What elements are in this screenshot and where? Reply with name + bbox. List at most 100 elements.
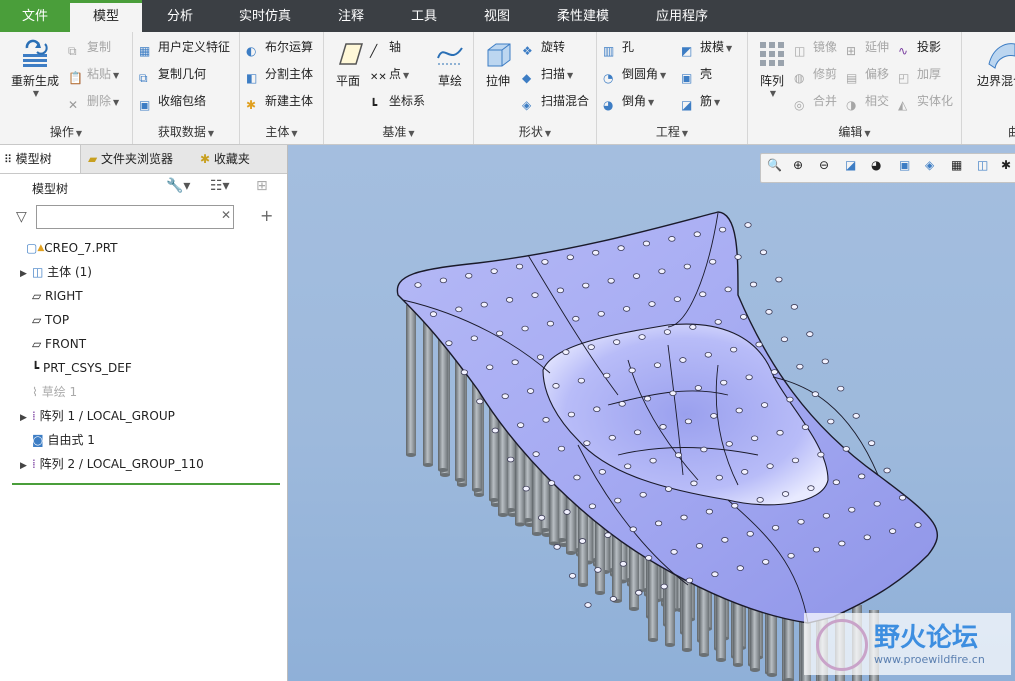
tab-applications[interactable]: 应用程序 <box>630 0 734 32</box>
rib-button[interactable]: ◪ 筋 ▼ <box>681 90 720 112</box>
dimple <box>634 429 642 436</box>
project-button[interactable]: ∿ 投影 <box>898 36 941 58</box>
hole-button[interactable]: ▥ 孔 <box>603 36 634 58</box>
clear-search-icon[interactable]: ✕ <box>221 208 231 222</box>
graphics-viewport[interactable]: 🔍 ⊕ ⊖ ◪ ◕ ▣ ◈ ▦ ◫ ✱ 野火论坛 www.proewildfir… <box>288 145 1015 681</box>
dimple <box>746 531 754 537</box>
group-label[interactable]: 基准 ▼ <box>324 123 473 140</box>
tab-annotate[interactable]: 注释 <box>312 0 390 32</box>
thicken-button[interactable]: ◰ 加厚 <box>898 63 941 85</box>
draft-button[interactable]: ◩ 拔模 ▼ <box>681 36 732 58</box>
mirror-button[interactable]: ◫ 镜像 <box>794 36 837 58</box>
solidify-button[interactable]: ◭ 实体化 <box>898 90 953 112</box>
copy-button[interactable]: ⧉ 复制 <box>68 36 111 58</box>
revolve-icon: ❖ <box>522 43 533 58</box>
new-body-button[interactable]: ✱ 新建主体 <box>246 90 313 112</box>
extrude-button[interactable]: 拉伸 <box>478 38 518 89</box>
sweep-button[interactable]: ◆ 扫描 ▼ <box>522 63 573 85</box>
shrinkwrap-button[interactable]: ▣ 收缩包络 <box>139 90 206 112</box>
tree-item-part[interactable]: ▢▲CREO_7.PRT <box>14 237 118 259</box>
tree-item-csys[interactable]: ┗ PRT_CSYS_DEF <box>32 357 132 379</box>
tab-analysis[interactable]: 分析 <box>142 0 218 32</box>
axis-button[interactable]: ╱ 轴 <box>370 36 401 58</box>
dimple <box>832 479 840 486</box>
dimple <box>848 506 856 513</box>
merge-button[interactable]: ◎ 合并 <box>794 90 837 112</box>
sketch-button[interactable]: 草绘 <box>430 38 470 89</box>
tree-item-front[interactable]: ▱ FRONT <box>32 333 86 355</box>
regenerate-button[interactable]: 重新生成 ▼ <box>6 38 64 98</box>
dimple <box>635 589 643 596</box>
dimple <box>577 377 585 384</box>
group-label[interactable]: 操作 ▼ <box>0 123 132 140</box>
tab-simulation[interactable]: 实时仿真 <box>218 0 312 32</box>
tab-model[interactable]: 模型 <box>70 0 142 32</box>
split-body-button[interactable]: ◧ 分割主体 <box>246 63 313 85</box>
menu-bar: 文件 模型 分析 实时仿真 注释 工具 视图 柔性建模 应用程序 <box>0 0 1015 32</box>
csys-button[interactable]: ┗ 坐标系 <box>370 90 425 112</box>
expand-arrow-icon[interactable]: ▶ <box>20 407 32 429</box>
tab-favorites[interactable]: ✱ 收藏夹 <box>196 145 280 173</box>
boolean-button[interactable]: ◐ 布尔运算 <box>246 36 313 58</box>
dimple <box>649 457 657 464</box>
dimple <box>490 268 498 274</box>
swept-blend-button[interactable]: ◈ 扫描混合 <box>522 90 589 112</box>
extend-button[interactable]: ⊞ 延伸 <box>846 36 889 58</box>
tree-settings-icon[interactable]: 🔧▾ <box>166 178 190 194</box>
group-label[interactable]: 工程 ▼ <box>597 123 747 140</box>
tab-view[interactable]: 视图 <box>458 0 536 32</box>
plane-button[interactable]: 平面 <box>328 38 368 89</box>
dimple <box>759 249 768 256</box>
tab-flexible[interactable]: 柔性建模 <box>536 0 630 32</box>
tree-item-right[interactable]: ▱ RIGHT <box>32 285 83 307</box>
draft-icon: ◩ <box>681 43 693 58</box>
dimple <box>563 509 571 515</box>
search-input[interactable] <box>36 205 234 229</box>
boundary-blend-button[interactable]: 边界混合 <box>966 38 1015 89</box>
round-button[interactable]: ◔ 倒圆角 ▼ <box>603 63 666 85</box>
dimple <box>491 427 499 434</box>
dimple <box>567 411 576 418</box>
tab-tools[interactable]: 工具 <box>390 0 458 32</box>
expand-arrow-icon[interactable]: ▶ <box>20 263 32 285</box>
point-button[interactable]: ✕✕ 点 ▼ <box>370 63 409 85</box>
group-label[interactable]: 获取数据 ▼ <box>133 123 239 140</box>
revolve-button[interactable]: ❖ 旋转 <box>522 36 565 58</box>
model-render[interactable] <box>288 145 1015 681</box>
group-label[interactable]: 主体 ▼ <box>240 123 323 140</box>
tree-item-pattern-1[interactable]: ▶ ⁞ 阵列 1 / LOCAL_GROUP <box>20 405 175 427</box>
pattern-button[interactable]: 阵列 ▼ <box>752 38 792 98</box>
trim-button[interactable]: ◍ 修剪 <box>794 63 837 85</box>
model-tree-icon: ⠿ <box>4 153 16 166</box>
chamfer-button[interactable]: ◕ 倒角 ▼ <box>603 90 654 112</box>
dimple <box>583 440 591 446</box>
group-label[interactable]: 曲 <box>1008 123 1015 140</box>
copy-geometry-button[interactable]: ⧉ 复制几何 <box>139 63 206 85</box>
tab-file[interactable]: 文件 <box>0 0 70 32</box>
tree-columns-icon[interactable]: ☷▾ <box>210 178 230 194</box>
tree-filter-disabled-icon[interactable]: ⊞ <box>256 178 268 194</box>
tree-item-body[interactable]: ▶ ◫ 主体 (1) <box>20 261 92 283</box>
tree-item-freestyle[interactable]: ◙ 自由式 1 <box>32 429 95 451</box>
shell-button[interactable]: ▣ 壳 <box>681 63 712 85</box>
delete-button[interactable]: ✕ 删除 ▼ <box>68 90 119 112</box>
udf-button[interactable]: ▦ 用户定义特征 <box>139 36 230 58</box>
dimple <box>670 549 678 555</box>
tab-model-tree[interactable]: ⠿ 模型树 <box>0 145 81 173</box>
intersect-button[interactable]: ◑ 相交 <box>846 90 889 112</box>
tree-item-sketch[interactable]: ⌇ 草绘 1 <box>32 381 77 403</box>
project-icon: ∿ <box>898 43 909 58</box>
group-label[interactable]: 形状 ▼ <box>474 123 596 140</box>
offset-button[interactable]: ▤ 偏移 <box>846 63 889 85</box>
tree-item-top[interactable]: ▱ TOP <box>32 309 69 331</box>
tab-folder-browser[interactable]: ▰ 文件夹浏览器 <box>84 145 196 173</box>
dimple <box>852 413 860 419</box>
paste-button[interactable]: 📋 粘贴 ▼ <box>68 63 119 85</box>
freestyle-icon: ◙ <box>32 433 48 447</box>
add-filter-icon[interactable]: + <box>260 206 273 225</box>
dimple <box>547 480 556 486</box>
tree-item-pattern-2[interactable]: ▶ ⁞ 阵列 2 / LOCAL_GROUP_110 <box>20 453 204 475</box>
insert-here-indicator[interactable] <box>12 483 280 485</box>
expand-arrow-icon[interactable]: ▶ <box>20 455 32 477</box>
group-label[interactable]: 编辑 ▼ <box>748 123 961 140</box>
